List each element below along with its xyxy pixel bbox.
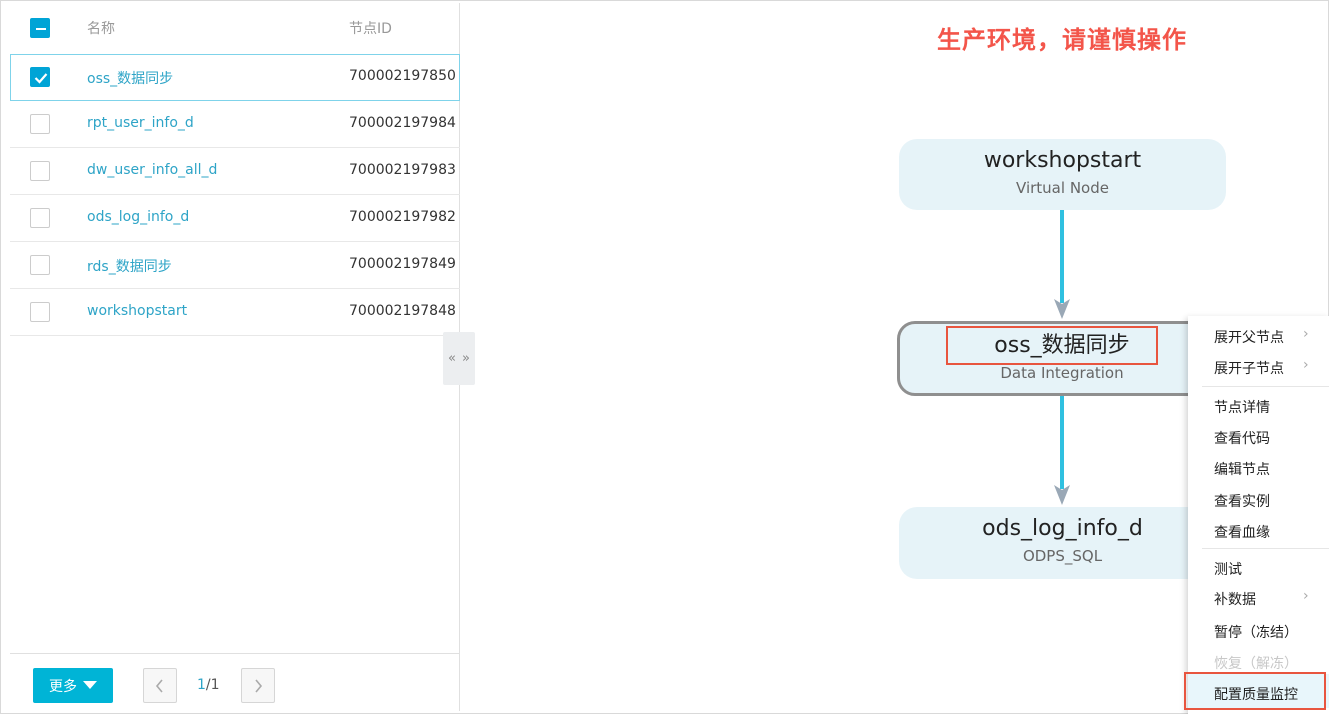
- menu-item-resume: 恢复（解冻）: [1214, 656, 1298, 672]
- menu-divider: [1202, 386, 1329, 387]
- menu-item-view-lineage[interactable]: 查看血缘: [1214, 522, 1270, 542]
- menu-item-test[interactable]: 测试: [1214, 559, 1242, 579]
- chevron-right-icon: ›: [1303, 326, 1309, 342]
- menu-item-pause[interactable]: 暂停（冻结）: [1214, 622, 1298, 642]
- menu-item-highlight: [1184, 672, 1326, 710]
- edge-oss-to-ods: [1054, 396, 1070, 505]
- node-context-menu: 展开父节点 › 展开子节点 › 节点详情 查看代码 编辑节点 查看实例 查看血缘…: [1188, 316, 1329, 714]
- node-type: Virtual Node: [1016, 179, 1109, 197]
- dag-node-workshopstart[interactable]: workshopstart Virtual Node: [899, 139, 1226, 210]
- dag-node-ods-log-info[interactable]: ods_log_info_d ODPS_SQL: [899, 507, 1226, 579]
- edge-start-to-oss: [1054, 210, 1070, 319]
- menu-divider: [1202, 548, 1329, 549]
- menu-item-edit-node[interactable]: 编辑节点: [1214, 459, 1270, 479]
- chevron-right-icon: ›: [1303, 588, 1309, 604]
- menu-item-node-details[interactable]: 节点详情: [1214, 397, 1270, 417]
- node-title-highlight: [946, 326, 1158, 365]
- menu-item-expand-parents[interactable]: 展开父节点: [1214, 327, 1284, 347]
- node-type: ODPS_SQL: [1022, 547, 1103, 565]
- node-title: ods_log_info_d: [982, 516, 1143, 541]
- menu-item-view-code[interactable]: 查看代码: [1214, 428, 1270, 448]
- menu-item-backfill-data[interactable]: 补数据: [1214, 589, 1256, 609]
- chevron-right-icon: ›: [1303, 357, 1309, 373]
- menu-item-expand-children[interactable]: 展开子节点: [1214, 358, 1284, 378]
- menu-item-view-instances[interactable]: 查看实例: [1214, 491, 1270, 511]
- node-type: Data Integration: [1000, 364, 1124, 382]
- node-title: workshopstart: [983, 148, 1142, 173]
